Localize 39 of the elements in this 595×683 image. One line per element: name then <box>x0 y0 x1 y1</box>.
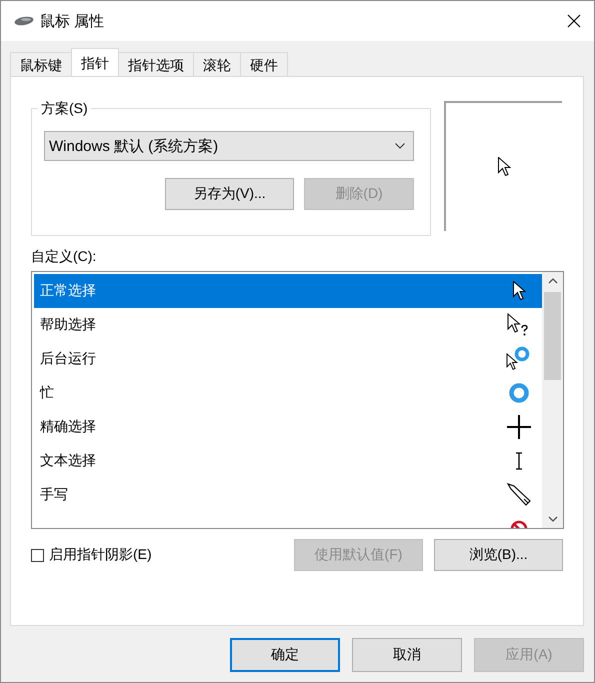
list-item[interactable]: 手写 <box>34 478 542 512</box>
window-title: 鼠标 属性 <box>40 12 104 30</box>
chevron-down-icon[interactable] <box>395 143 405 149</box>
list-item[interactable]: 正常选择 <box>34 274 542 308</box>
working-cursor-icon <box>506 346 532 372</box>
pen-cursor-icon <box>506 482 532 508</box>
arrow-cursor-icon <box>498 157 510 177</box>
close-icon[interactable] <box>567 14 581 28</box>
item-label: 后台运行 <box>40 350 97 368</box>
group-label: 方案(S) <box>38 100 91 118</box>
list-label: 自定义(C): <box>31 248 98 266</box>
crosshair-cursor-icon <box>506 414 532 440</box>
button[interactable]: 确定 <box>230 638 340 672</box>
list-item[interactable]: 忙 <box>34 376 542 410</box>
tab[interactable]: 指针 <box>71 48 119 76</box>
button[interactable]: 浏览(B)... <box>434 539 563 571</box>
scrollbar[interactable] <box>542 272 563 528</box>
list-item[interactable]: 帮助选择 <box>34 308 542 342</box>
arrow-cursor-icon <box>512 281 526 301</box>
list-item[interactable]: 精确选择 <box>34 410 542 444</box>
item-label: 文本选择 <box>40 452 97 470</box>
tab[interactable]: 硬件 <box>240 52 288 76</box>
checkbox[interactable] <box>31 548 44 562</box>
button[interactable]: 另存为(V)... <box>165 178 294 210</box>
checkbox-label: 启用指针阴影(E) <box>49 546 152 564</box>
item-label: 忙 <box>40 384 55 402</box>
item-label: 手写 <box>40 486 69 504</box>
button[interactable]: 取消 <box>352 638 462 672</box>
list-item[interactable]: 后台运行 <box>34 342 542 376</box>
busy-cursor-icon <box>508 382 530 404</box>
item-label: 正常选择 <box>40 282 97 300</box>
list-item[interactable]: 文本选择 <box>34 444 542 478</box>
scheme-dropdown[interactable]: Windows 默认 (系统方案) <box>44 131 414 161</box>
item-label: 帮助选择 <box>40 316 97 334</box>
mouse-icon <box>14 16 34 26</box>
scroll-thumb[interactable] <box>544 292 561 380</box>
tab[interactable]: 鼠标键 <box>10 52 72 76</box>
item-label: 精确选择 <box>40 418 97 436</box>
text-cursor-icon <box>514 452 524 470</box>
